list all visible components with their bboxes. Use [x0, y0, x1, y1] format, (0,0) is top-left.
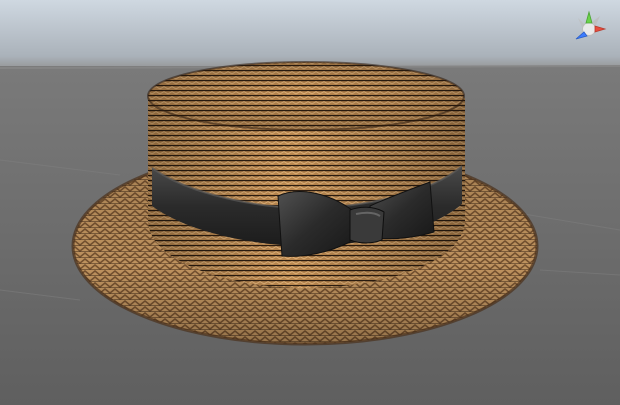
sky	[0, 0, 620, 70]
scene-viewport[interactable]	[0, 0, 620, 405]
axis-orientation-gizmo-icon[interactable]	[566, 6, 612, 52]
scene-orientation-gizmo[interactable]	[566, 6, 612, 52]
scene-render	[0, 0, 620, 405]
